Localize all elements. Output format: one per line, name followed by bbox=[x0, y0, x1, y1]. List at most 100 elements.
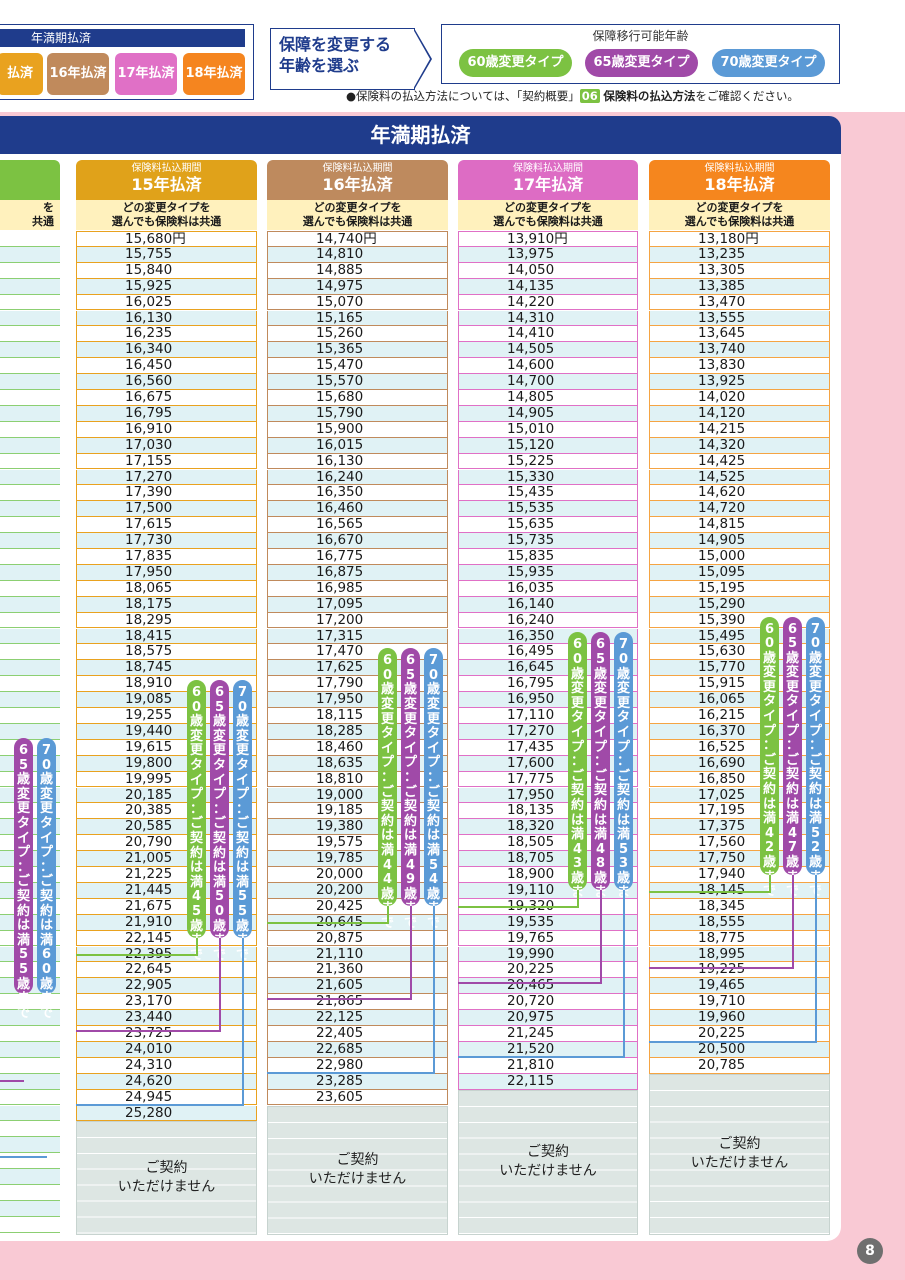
premium-cell: 20,225 bbox=[649, 1026, 830, 1042]
stub-row bbox=[0, 1026, 60, 1042]
stub-row bbox=[0, 421, 60, 438]
premium-cell: 15,790 bbox=[267, 405, 448, 422]
premium-cell: 19,380 bbox=[267, 819, 448, 836]
premium-cell: 15,570 bbox=[267, 374, 448, 390]
not-available-line2: いただけません bbox=[499, 1163, 597, 1180]
premium-cell: 15,120 bbox=[458, 437, 638, 454]
premium-cell: 19,995 bbox=[76, 771, 257, 788]
connector-horizontal bbox=[649, 966, 794, 969]
premium-cell: 14,410 bbox=[458, 326, 638, 343]
premium-cell: 16,910 bbox=[76, 421, 257, 438]
premium-cell: 20,790 bbox=[76, 835, 257, 852]
stub-subheader: を共通 bbox=[0, 200, 60, 230]
pill-65-change-type[interactable]: 65歳変更タイプ bbox=[585, 49, 698, 77]
premium-cell: 14,310 bbox=[458, 310, 638, 327]
premium-cell: 16,675 bbox=[76, 390, 257, 406]
premium-cell: 15,915 bbox=[649, 676, 830, 693]
premium-cell: 15,840 bbox=[76, 262, 257, 279]
premium-cell: 21,225 bbox=[76, 867, 257, 883]
connector-vertical bbox=[219, 938, 221, 1031]
connector-horizontal bbox=[458, 1056, 625, 1059]
note-bold-link[interactable]: 保険料の払込方法 bbox=[603, 89, 695, 103]
column-header: 保険料払込期間 16年払済 bbox=[267, 160, 448, 200]
premium-cell: 19,185 bbox=[267, 803, 448, 820]
pill-60-change-type[interactable]: 60歳変更タイプ bbox=[459, 49, 572, 77]
not-available-area: ご契約 いただけません bbox=[76, 1121, 257, 1235]
premium-cell: 15,390 bbox=[649, 612, 830, 629]
premium-cell: 22,980 bbox=[267, 1057, 448, 1074]
premium-cell: 15,935 bbox=[458, 564, 638, 581]
premium-cell: 18,635 bbox=[267, 755, 448, 772]
premium-cell: 23,440 bbox=[76, 1010, 257, 1026]
premium-cell: 13,470 bbox=[649, 294, 830, 311]
legend-chip-18y[interactable]: 18年払済 bbox=[183, 53, 245, 95]
premium-cell: 14,905 bbox=[458, 405, 638, 422]
premium-cell: 22,405 bbox=[267, 1026, 448, 1042]
premium-cell: 15,070 bbox=[267, 294, 448, 311]
stub-row bbox=[0, 612, 60, 629]
premium-cell: 20,385 bbox=[76, 803, 257, 820]
legend-title: 年満期払済 bbox=[0, 29, 245, 47]
premium-cell: 18,295 bbox=[76, 612, 257, 629]
stub-row bbox=[0, 1200, 60, 1217]
premium-cell: 19,710 bbox=[649, 994, 830, 1011]
premium-cell: 15,495 bbox=[649, 628, 830, 645]
not-available-line1: ご契約 bbox=[718, 1136, 761, 1153]
transfer-age-title: 保障移行可能年齢 bbox=[592, 29, 689, 43]
pill-70-change-type[interactable]: 70歳変更タイプ bbox=[712, 49, 825, 77]
years-label: 17年払済 bbox=[512, 175, 584, 194]
stub-row bbox=[0, 437, 60, 454]
stub-row bbox=[0, 246, 60, 263]
premium-cell: 14,525 bbox=[649, 469, 830, 486]
premium-cell: 15,225 bbox=[458, 453, 638, 470]
premium-cell: 19,960 bbox=[649, 1010, 830, 1026]
stub-row bbox=[0, 564, 60, 581]
premium-cell: 18,460 bbox=[267, 739, 448, 756]
premium-cell: 19,575 bbox=[267, 835, 448, 852]
premium-cell: 14,320 bbox=[649, 437, 830, 454]
connector-horizontal bbox=[267, 922, 389, 925]
premium-cell: 19,255 bbox=[76, 708, 257, 724]
premium-cell: 25,280 bbox=[76, 1105, 257, 1122]
change-type-tag-60: 60歳変更タイプ：ご契約は満45歳まで bbox=[187, 680, 206, 962]
premium-cell: 15,195 bbox=[649, 580, 830, 597]
stub-row bbox=[0, 1169, 60, 1185]
premium-cell: 13,910円 bbox=[458, 231, 638, 247]
premium-cell: 15,290 bbox=[649, 596, 830, 613]
premium-cell: 17,730 bbox=[76, 533, 257, 549]
premium-cell: 18,175 bbox=[76, 596, 257, 613]
stub-row bbox=[0, 469, 60, 486]
legend-chip-paid[interactable]: 払済 bbox=[0, 53, 43, 95]
legend-chip-17y[interactable]: 17年払済 bbox=[115, 53, 177, 95]
stub-row bbox=[0, 708, 60, 724]
change-type-tag-65: 65歳変更タイプ：ご契約は満50歳まで bbox=[210, 680, 229, 962]
premium-cell: 17,950 bbox=[76, 564, 257, 581]
premium-cell: 16,525 bbox=[649, 739, 830, 756]
premium-cell: 16,140 bbox=[458, 596, 638, 613]
premium-cell: 19,800 bbox=[76, 755, 257, 772]
stub-row bbox=[0, 405, 60, 422]
premium-cell: 19,765 bbox=[458, 930, 638, 947]
premium-cell: 18,505 bbox=[458, 835, 638, 852]
premium-cell: 18,415 bbox=[76, 628, 257, 645]
premium-cell: 20,425 bbox=[267, 898, 448, 915]
change-type-tag-70: 70歳変更タイプ：ご契約は満52歳まで bbox=[806, 616, 825, 899]
premium-cell: 19,615 bbox=[76, 739, 257, 756]
premium-cell: 16,035 bbox=[458, 580, 638, 597]
stub-row bbox=[0, 231, 60, 247]
stub-row bbox=[0, 1216, 60, 1233]
not-available-area: ご契約 いただけません bbox=[458, 1089, 638, 1235]
premium-cell: 21,520 bbox=[458, 1041, 638, 1058]
premium-cell: 22,645 bbox=[76, 962, 257, 979]
premium-cell: 19,785 bbox=[267, 851, 448, 867]
connector-horizontal bbox=[649, 890, 771, 893]
stub-row bbox=[0, 676, 60, 693]
premium-cell: 22,115 bbox=[458, 1073, 638, 1090]
premium-cell: 16,015 bbox=[267, 437, 448, 454]
legend-chip-16y[interactable]: 16年払済 bbox=[47, 53, 109, 95]
premium-cell: 20,185 bbox=[76, 787, 257, 804]
premium-cell: 14,885 bbox=[267, 262, 448, 279]
premium-cell: 17,775 bbox=[458, 771, 638, 788]
premium-cell: 16,645 bbox=[458, 660, 638, 677]
stub-row bbox=[0, 723, 60, 740]
